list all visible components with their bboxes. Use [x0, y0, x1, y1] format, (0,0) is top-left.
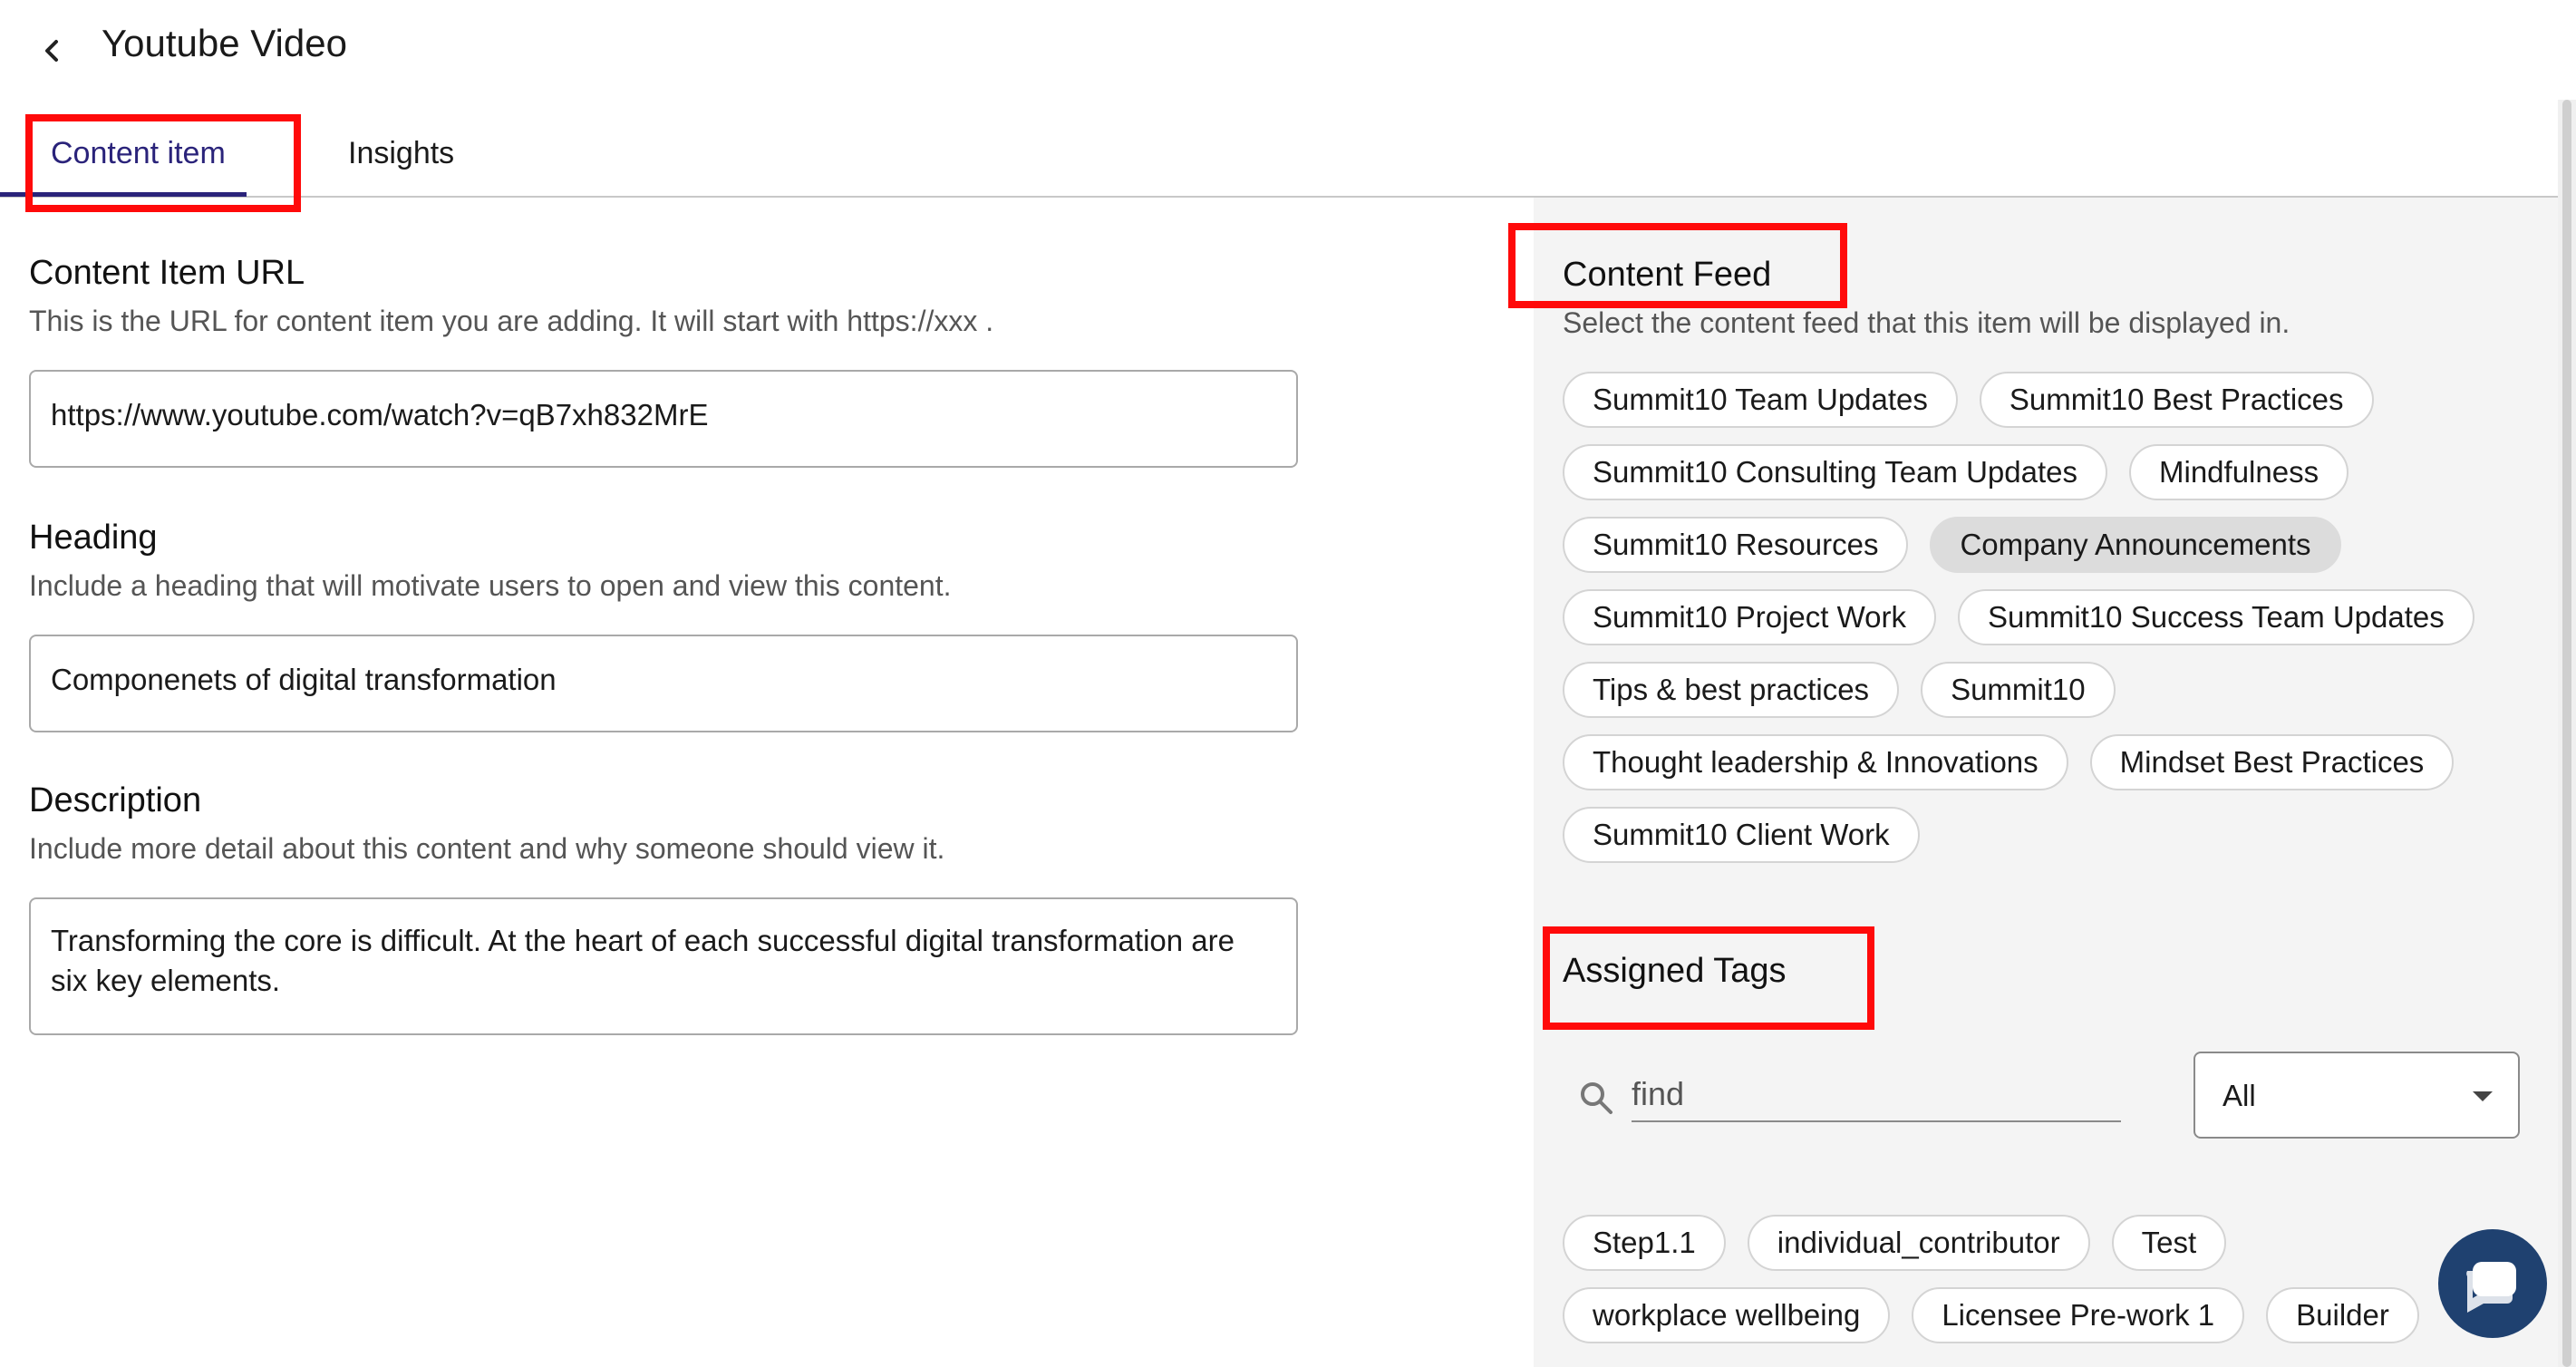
- active-tab-indicator: [0, 192, 247, 197]
- chat-widget-button[interactable]: [2438, 1229, 2547, 1338]
- url-field-help: This is the URL for content item you are…: [29, 305, 994, 337]
- tab-bar: Content item Insights: [0, 109, 2558, 198]
- tab-insights[interactable]: Insights: [348, 136, 454, 171]
- tag-chip[interactable]: workplace wellbeing: [1563, 1287, 1891, 1343]
- feed-chip[interactable]: Summit10 Success Team Updates: [1957, 589, 2474, 645]
- description-field-help: Include more detail about this content a…: [29, 832, 945, 865]
- tag-filter-value: All: [2223, 1079, 2256, 1112]
- description-textarea[interactable]: Transforming the core is difficult. At t…: [29, 897, 1298, 1035]
- content-feed-title: Content Feed: [1563, 256, 1772, 294]
- scrollbar-thumb[interactable]: [2562, 100, 2571, 1367]
- tag-filter-select[interactable]: All: [2193, 1052, 2520, 1139]
- feed-chip[interactable]: Summit10 Resources: [1563, 517, 1909, 573]
- chat-bubble-icon: [2466, 1262, 2516, 1313]
- feed-chip[interactable]: Summit10 Team Updates: [1563, 372, 1958, 428]
- assigned-tag-chips: Step1.1 individual_contributor Test work…: [1563, 1215, 2523, 1343]
- feed-chip[interactable]: Mindfulness: [2129, 444, 2349, 500]
- description-field-title: Description: [29, 781, 202, 819]
- url-input[interactable]: https://www.youtube.com/watch?v=qB7xh832…: [29, 370, 1298, 468]
- tag-chip[interactable]: individual_contributor: [1747, 1215, 2090, 1271]
- dropdown-arrow-icon: [2473, 1091, 2493, 1101]
- heading-field-help: Include a heading that will motivate use…: [29, 569, 952, 602]
- url-field-title: Content Item URL: [29, 254, 305, 292]
- feed-chip[interactable]: Summit10: [1921, 662, 2116, 718]
- content-feed-chips: Summit10 Team Updates Summit10 Best Prac…: [1563, 372, 2551, 863]
- feed-chip-selected[interactable]: Company Announcements: [1930, 517, 2341, 573]
- page-title: Youtube Video: [102, 22, 347, 64]
- feed-chip[interactable]: Summit10 Project Work: [1563, 589, 1936, 645]
- tag-chip[interactable]: Licensee Pre-work 1: [1912, 1287, 2245, 1343]
- search-icon: [1581, 1082, 1612, 1114]
- chevron-left-icon[interactable]: [34, 33, 71, 69]
- tag-search-input[interactable]: [1632, 1068, 2121, 1122]
- feed-chip[interactable]: Thought leadership & Innovations: [1563, 734, 2068, 790]
- feed-chip[interactable]: Summit10 Client Work: [1563, 807, 1920, 863]
- heading-field-title: Heading: [29, 519, 158, 557]
- tab-content-item[interactable]: Content item: [51, 136, 226, 171]
- feed-chip[interactable]: Tips & best practices: [1563, 662, 1900, 718]
- assigned-tags-title: Assigned Tags: [1563, 952, 1787, 990]
- app-header: Youtube Video: [0, 0, 2576, 100]
- feed-chip[interactable]: Summit10 Consulting Team Updates: [1563, 444, 2107, 500]
- feed-chip[interactable]: Mindset Best Practices: [2089, 734, 2455, 790]
- tag-chip[interactable]: Test: [2111, 1215, 2227, 1271]
- tag-chip[interactable]: Builder: [2266, 1287, 2419, 1343]
- tag-chip[interactable]: Step1.1: [1563, 1215, 1726, 1271]
- content-feed-help: Select the content feed that this item w…: [1563, 306, 2290, 339]
- heading-input[interactable]: Componenets of digital transformation: [29, 635, 1298, 732]
- feed-chip[interactable]: Summit10 Best Practices: [1979, 372, 2374, 428]
